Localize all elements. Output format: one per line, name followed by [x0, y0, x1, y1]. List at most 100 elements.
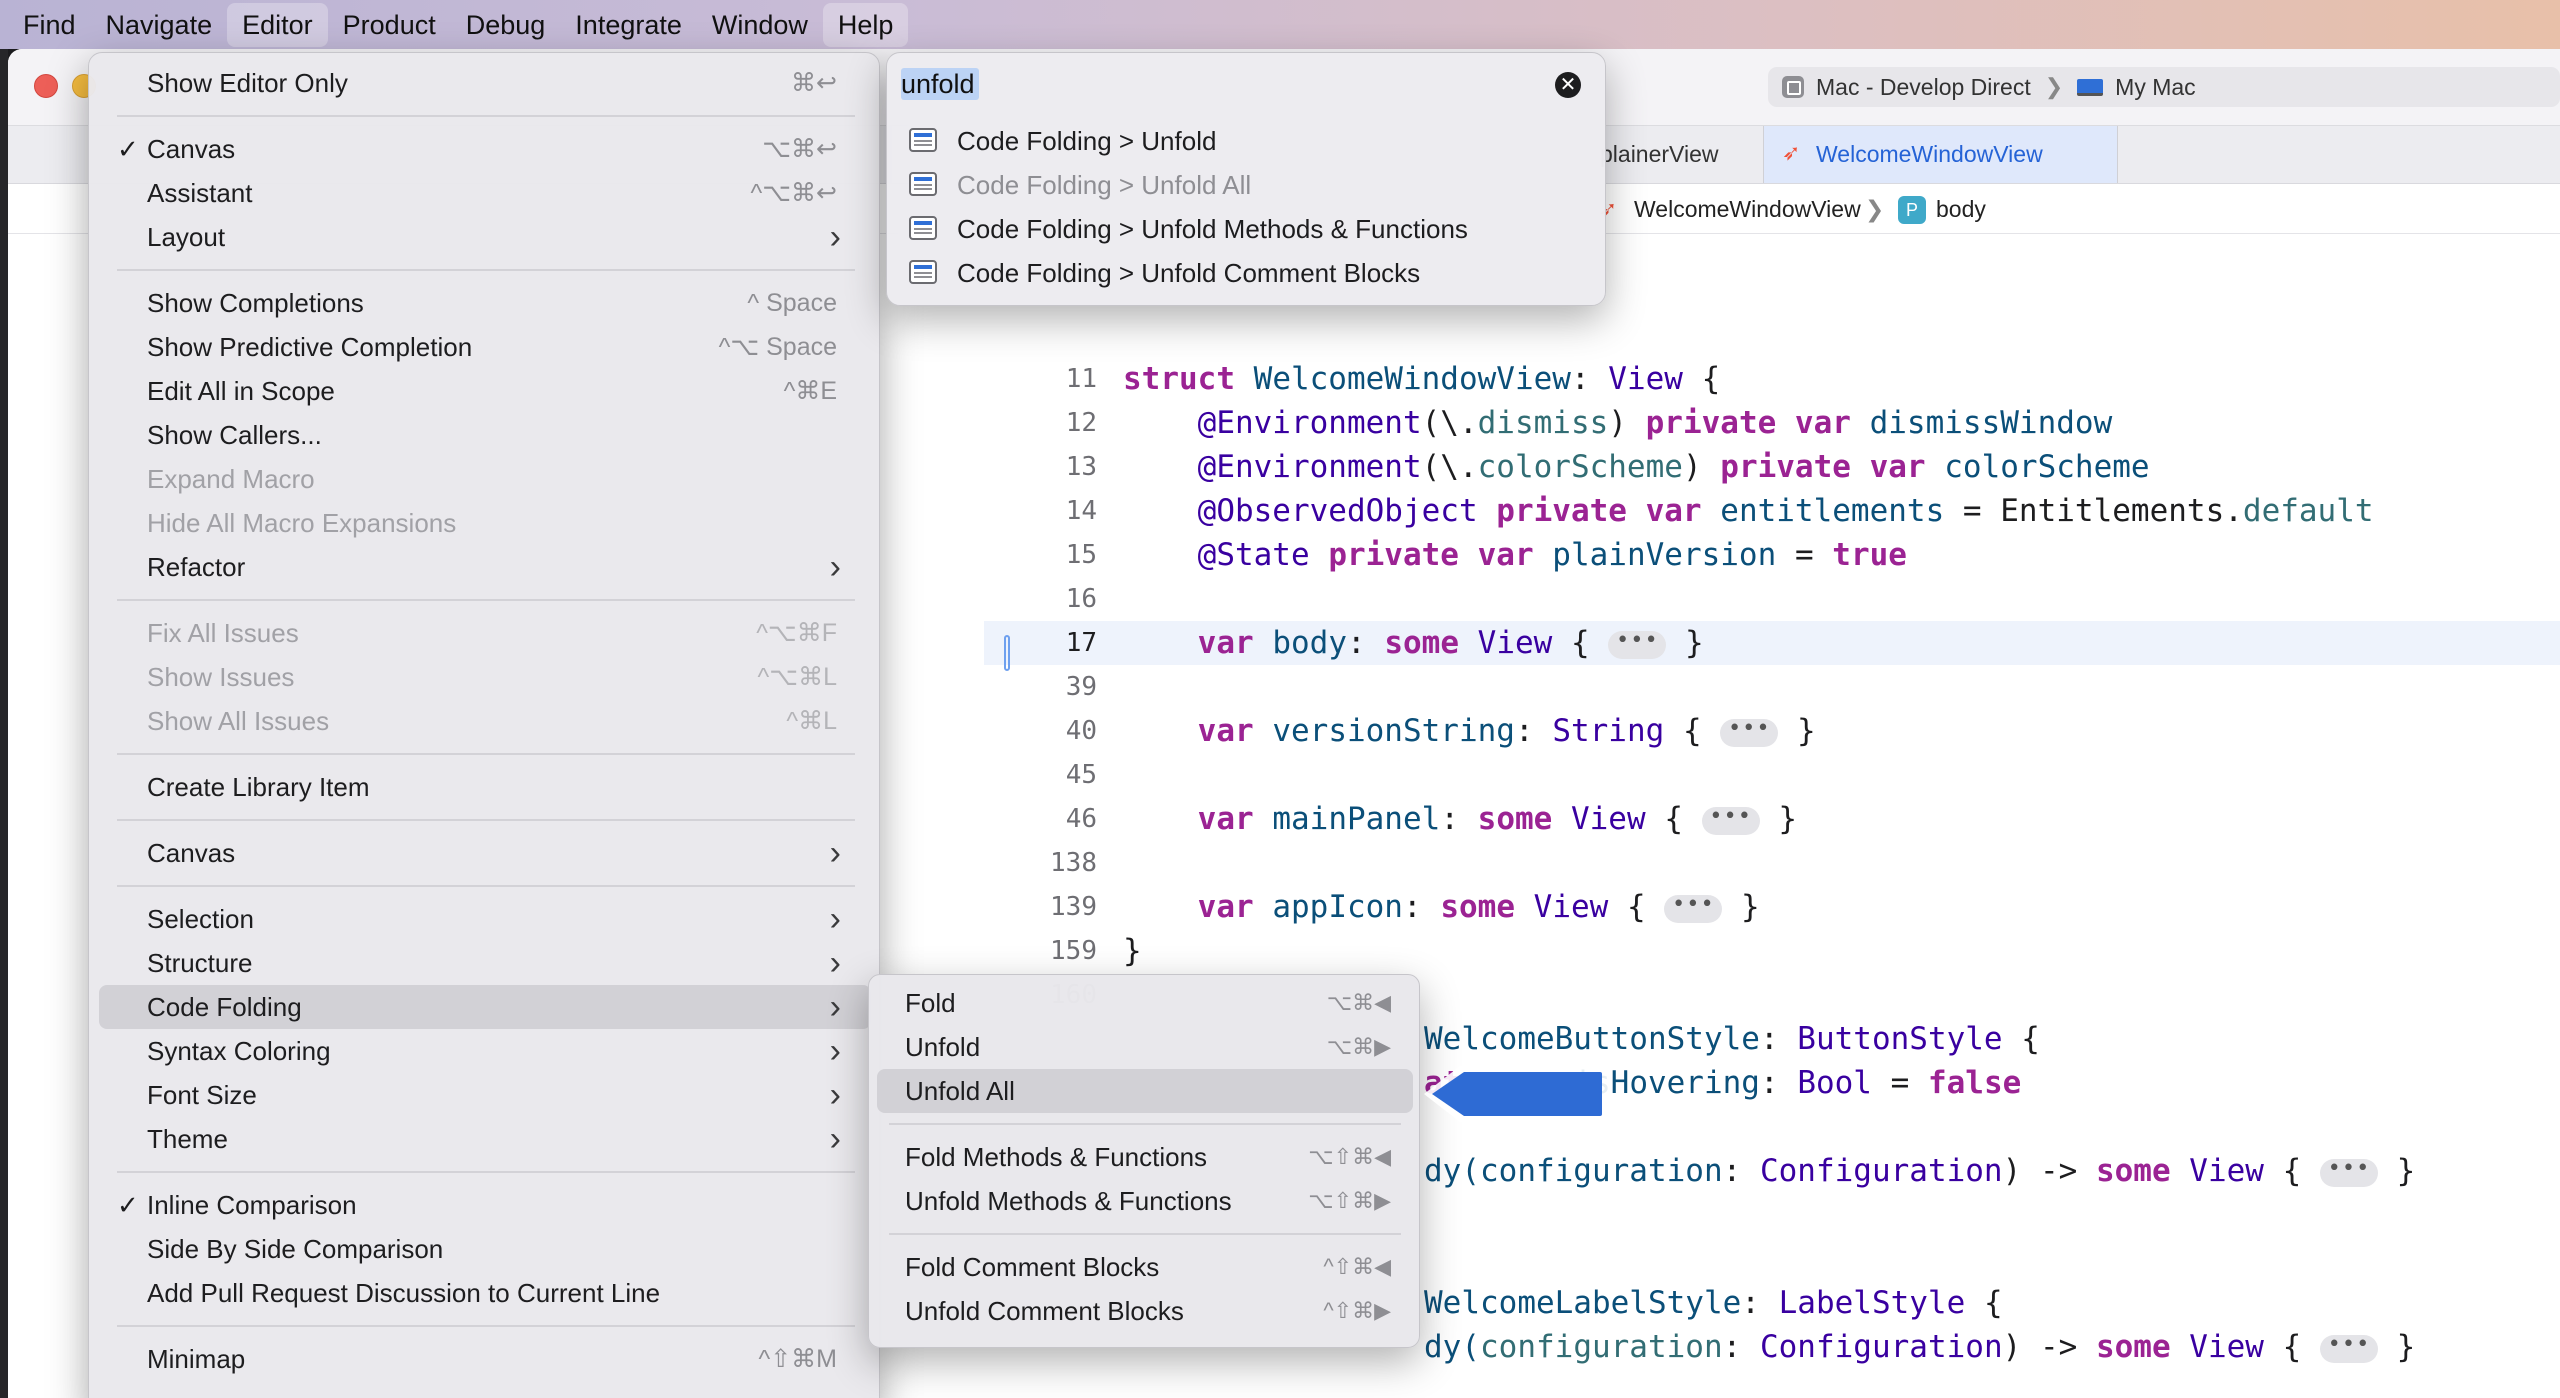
menu-item-show-completions[interactable]: Show Completions ^ Space — [99, 281, 871, 325]
folded-code-button[interactable]: ••• — [1608, 629, 1667, 659]
menu-item-hide-all-macro-expansions: Hide All Macro Expansions — [147, 508, 457, 538]
breadcrumb-file[interactable]: WelcomeWindowView — [1634, 184, 1861, 234]
app-target-icon — [1782, 76, 1804, 98]
menu-item-refactor[interactable]: Refactor › — [99, 545, 871, 589]
code-text: @ObservedObject private var entitlements… — [1197, 493, 2374, 529]
menu-debug[interactable]: Debug — [451, 3, 561, 47]
line-number: 17 — [1065, 628, 1097, 658]
menu-separator — [889, 1233, 1401, 1235]
menu-help[interactable]: Help — [822, 2, 909, 47]
menu-item-unfold-comment-blocks[interactable]: Unfold Comment Blocks ^⇧⌘▶ — [877, 1289, 1413, 1333]
menu-item-create-library-item[interactable]: Create Library Item — [99, 765, 871, 809]
scheme-selector[interactable]: Mac - Develop Direct ❯ My Mac — [1768, 67, 2560, 107]
chevron-right-icon: › — [829, 218, 841, 256]
menu-item-icon — [909, 260, 937, 284]
folded-code-button[interactable]: ••• — [2319, 1333, 2378, 1363]
menu-window[interactable]: Window — [697, 3, 823, 47]
breadcrumb-symbol[interactable]: body — [1936, 184, 1986, 234]
menu-item-show-callers[interactable]: Show Callers... — [99, 413, 871, 457]
menu-item-canvas-submenu[interactable]: Canvas › — [99, 831, 871, 875]
close-window-button[interactable] — [34, 74, 58, 98]
line-number: 40 — [1065, 716, 1097, 746]
menu-item-icon — [909, 172, 937, 196]
menu-editor[interactable]: Editor — [227, 2, 328, 47]
line-number: 16 — [1065, 584, 1097, 614]
menu-item-fold-comment-blocks[interactable]: Fold Comment Blocks ^⇧⌘◀ — [877, 1245, 1413, 1289]
chevron-right-icon: ❯ — [2044, 74, 2064, 99]
line-number: 11 — [1065, 364, 1097, 394]
menu-item-minimap[interactable]: Minimap ^⇧⌘M — [99, 1337, 871, 1381]
chevron-right-icon: › — [829, 834, 841, 872]
chevron-right-icon: ❯ — [1865, 196, 1885, 222]
swift-file-icon: ➶ — [1782, 140, 1801, 165]
code-text: struct WelcomeWindowView: View { — [1123, 361, 1721, 397]
folded-code-button[interactable]: ••• — [1664, 893, 1723, 923]
menu-find[interactable]: Find — [8, 3, 91, 47]
code-line: 16 — [984, 577, 2560, 621]
help-search-input[interactable] — [901, 62, 1591, 106]
menu-item-show-editor-only[interactable]: Show Editor Only ⌘↩ — [99, 61, 871, 105]
chevron-right-icon: › — [829, 900, 841, 938]
menu-item-font-size[interactable]: Font Size › — [99, 1073, 871, 1117]
menu-item-edit-all-in-scope[interactable]: Edit All in Scope ^⌘E — [99, 369, 871, 413]
menu-item-fold-methods[interactable]: Fold Methods & Functions ⌥⇧⌘◀ — [877, 1135, 1413, 1179]
menu-navigate[interactable]: Navigate — [91, 3, 228, 47]
help-search-field: ✕ — [901, 62, 1591, 106]
menu-item-side-by-side-comparison[interactable]: Side By Side Comparison — [99, 1227, 871, 1271]
menu-bar: Find Navigate Editor Product Debug Integ… — [0, 0, 2560, 49]
menu-item-assistant[interactable]: Assistant ^⌥⌘↩ — [99, 171, 871, 215]
menu-item-unfold[interactable]: Unfold ⌥⌘▶ — [877, 1025, 1413, 1069]
line-number: 45 — [1065, 760, 1097, 790]
menu-separator — [117, 115, 855, 117]
code-text: @Environment(\.colorScheme) private var … — [1197, 449, 2150, 485]
code-line: 13 @Environment(\.colorScheme) private v… — [984, 445, 2560, 489]
line-number: 138 — [1050, 848, 1097, 878]
line-number: 12 — [1065, 408, 1097, 438]
code-text: @State private var plainVersion = true — [1197, 537, 1907, 573]
menu-item-inline-comparison[interactable]: ✓ Inline Comparison — [99, 1183, 871, 1227]
line-number: 139 — [1050, 892, 1097, 922]
code-text: @Environment(\.dismiss) private var dism… — [1197, 405, 2113, 441]
tab-explainer-view[interactable]: plainerView — [1588, 126, 1764, 183]
help-search-popover: ✕ Code Folding > Unfold Code Folding > U… — [886, 52, 1606, 306]
menu-separator — [117, 599, 855, 601]
chevron-right-icon: › — [829, 1076, 841, 1114]
line-number: 14 — [1065, 496, 1097, 526]
code-line: 39 — [984, 665, 2560, 709]
chevron-right-icon: › — [829, 988, 841, 1026]
menu-item-unfold-all[interactable]: Unfold All — [877, 1069, 1413, 1113]
line-number: 15 — [1065, 540, 1097, 570]
code-folding-submenu: Fold ⌥⌘◀ Unfold ⌥⌘▶ Unfold All Fold Method… — [868, 974, 1420, 1348]
menu-product[interactable]: Product — [328, 3, 451, 47]
checkmark-icon: ✓ — [117, 134, 139, 164]
menu-item-show-all-issues: Show All Issues ^⌘L — [147, 706, 837, 736]
menu-item-structure[interactable]: Structure › — [99, 941, 871, 985]
code-text: } — [1123, 933, 1142, 969]
code-line: 40 var versionString: String { ••• } — [984, 709, 2560, 753]
menu-item-icon — [909, 216, 937, 240]
desktop-edge — [0, 49, 8, 1398]
menu-integrate[interactable]: Integrate — [560, 3, 697, 47]
menu-item-fold[interactable]: Fold ⌥⌘◀ — [877, 981, 1413, 1025]
menu-item-add-pull-request-discussion[interactable]: Add Pull Request Discussion to Current L… — [99, 1271, 871, 1315]
menu-item-unfold-methods[interactable]: Unfold Methods & Functions ⌥⇧⌘▶ — [877, 1179, 1413, 1223]
menu-item-code-folding[interactable]: Code Folding › — [99, 985, 871, 1029]
clear-search-icon[interactable]: ✕ — [1555, 72, 1581, 98]
menu-item-canvas-toggle[interactable]: ✓ Canvas ⌥⌘↩ — [99, 127, 871, 171]
menu-item-selection[interactable]: Selection › — [99, 897, 871, 941]
code-text: WelcomeLabelStyle: LabelStyle { — [1424, 1285, 2003, 1321]
line-number: 39 — [1065, 672, 1097, 702]
menu-separator — [889, 1123, 1401, 1125]
tab-welcome-window-view[interactable]: ➶ WelcomeWindowView — [1763, 126, 2118, 183]
menu-item-show-predictive-completion[interactable]: Show Predictive Completion ^⌥ Space — [99, 325, 871, 369]
folded-code-button[interactable]: ••• — [1720, 717, 1779, 747]
menu-separator — [117, 1325, 855, 1327]
menu-item-theme[interactable]: Theme › — [99, 1117, 871, 1161]
folded-code-button[interactable]: ••• — [1701, 805, 1760, 835]
code-line: 14 @ObservedObject private var entitleme… — [984, 489, 2560, 533]
menu-item-syntax-coloring[interactable]: Syntax Coloring › — [99, 1029, 871, 1073]
code-line: 159 } — [984, 929, 2560, 973]
folded-code-button[interactable]: ••• — [2319, 1157, 2378, 1187]
menu-item-layout[interactable]: Layout › — [99, 215, 871, 259]
chevron-right-icon: › — [829, 944, 841, 982]
